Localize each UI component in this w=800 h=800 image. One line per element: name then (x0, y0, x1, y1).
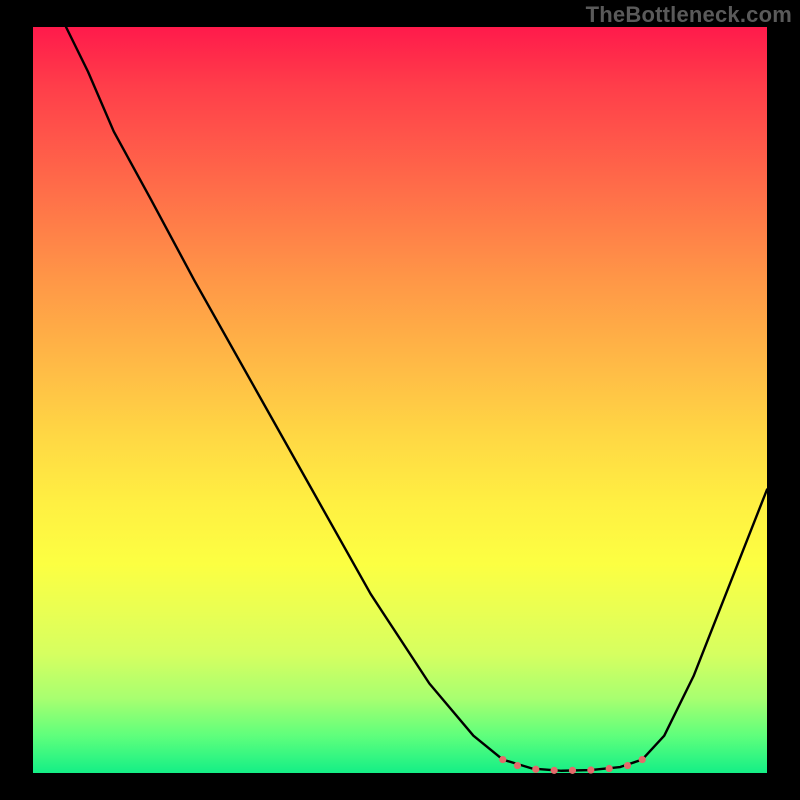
marker-dot (532, 766, 539, 773)
marker-dot (639, 756, 646, 763)
marker-dot (606, 765, 613, 772)
marker-dot (569, 767, 576, 774)
marker-dot (514, 762, 521, 769)
marker-dot (551, 767, 558, 774)
curve-line (66, 27, 767, 771)
chart-svg (33, 27, 767, 773)
marker-dot (624, 762, 631, 769)
plot-area (33, 27, 767, 773)
marker-dot (587, 766, 594, 773)
watermark-text: TheBottleneck.com (586, 2, 792, 28)
marker-dot (499, 756, 506, 763)
